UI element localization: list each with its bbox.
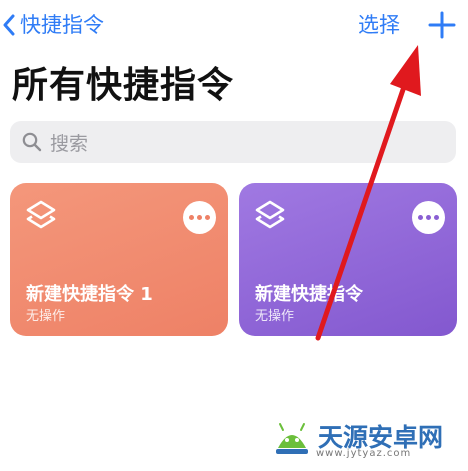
shortcut-card[interactable]: 新建快捷指令 无操作 — [239, 183, 457, 336]
back-button[interactable]: 快捷指令 — [2, 10, 104, 40]
more-dots-icon — [418, 215, 423, 220]
shortcuts-layers-icon — [26, 200, 56, 229]
shortcut-subtitle: 无操作 — [255, 309, 295, 324]
shortcut-name: 新建快捷指令 1 — [26, 284, 153, 305]
android-logo-icon — [276, 423, 308, 454]
shortcut-card[interactable]: 新建快捷指令 1 无操作 — [10, 183, 228, 336]
chevron-left-icon — [3, 14, 15, 36]
shortcut-name: 新建快捷指令 — [255, 284, 363, 305]
select-button[interactable]: 选择 — [358, 10, 400, 40]
page-title: 所有快捷指令 — [12, 65, 235, 106]
more-options-button[interactable] — [412, 201, 445, 234]
watermark-url: www.jytyaz.com — [316, 448, 412, 459]
more-options-button[interactable] — [183, 201, 216, 234]
shortcut-subtitle: 无操作 — [26, 309, 66, 324]
search-placeholder: 搜索 — [50, 132, 89, 155]
back-button-label: 快捷指令 — [20, 13, 104, 37]
add-shortcut-button[interactable] — [425, 8, 459, 42]
more-dots-icon — [189, 215, 194, 220]
search-icon — [22, 132, 42, 152]
shortcuts-layers-icon — [255, 200, 285, 229]
search-field[interactable]: 搜索 — [10, 121, 456, 163]
plus-icon — [428, 11, 456, 39]
